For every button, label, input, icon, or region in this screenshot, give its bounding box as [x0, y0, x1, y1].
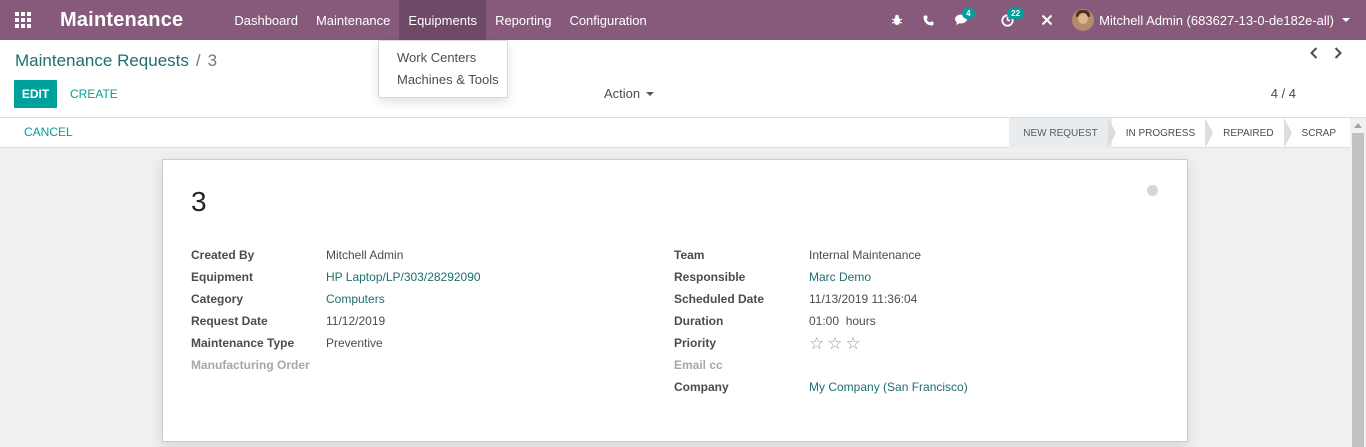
scroll-up-arrow-icon[interactable]: [1354, 123, 1362, 128]
pager-previous-button[interactable]: [1306, 44, 1322, 62]
chevron-left-icon: [1310, 47, 1318, 59]
equipments-dropdown-menu: Work Centers Machines & Tools: [378, 40, 508, 98]
field-row-team: Team Internal Maintenance: [674, 244, 968, 266]
edit-button[interactable]: EDIT: [14, 80, 57, 108]
breadcrumb-separator: /: [195, 51, 201, 70]
field-value-duration: 01:00 hours: [809, 314, 876, 328]
pager-value[interactable]: 4 / 4: [1271, 86, 1296, 101]
record-title: 3: [191, 186, 207, 217]
user-name: Mitchell Admin (683627-13-0-de182e-all): [1099, 12, 1334, 28]
user-menu[interactable]: Mitchell Admin (683627-13-0-de182e-all): [1062, 0, 1366, 40]
field-label: Priority: [674, 336, 717, 350]
chevron-right-icon: [1334, 47, 1342, 59]
phone-icon[interactable]: [914, 0, 942, 40]
action-label: Action: [604, 86, 641, 101]
field-value-maintenance-type: Preventive: [326, 336, 383, 350]
stage-new-request[interactable]: NEW REQUEST: [1009, 118, 1112, 148]
stage-pipeline: NEW REQUEST IN PROGRESS REPAIRED SCRAP: [1009, 118, 1350, 148]
avatar: [1072, 9, 1095, 31]
field-label: Team: [674, 248, 705, 262]
field-row-responsible: Responsible Marc Demo: [674, 266, 968, 288]
equipment-link[interactable]: HP Laptop/LP/303/28292090: [326, 270, 481, 284]
menu-maintenance[interactable]: Maintenance: [307, 0, 399, 40]
menu-dashboard[interactable]: Dashboard: [225, 0, 307, 40]
field-label: Company: [674, 380, 729, 394]
messages-icon[interactable]: 4: [942, 0, 982, 40]
messages-badge: 4: [962, 8, 975, 19]
field-label: Email cc: [674, 358, 723, 372]
star-icon[interactable]: ☆: [809, 335, 824, 352]
main-menu: Dashboard Maintenance Equipments Reporti…: [225, 0, 655, 40]
field-row-duration: Duration 01:00 hours: [674, 310, 968, 332]
field-label: Equipment: [191, 270, 253, 284]
star-icon[interactable]: ☆: [827, 335, 842, 352]
field-row-scheduled-date: Scheduled Date 11/13/2019 11:36:04: [674, 288, 968, 310]
form-sheet: 3 Created By Mitchell Admin Equipment HP…: [162, 159, 1188, 442]
field-value-scheduled-date: 11/13/2019 11:36:04: [809, 292, 918, 306]
field-value-team: Internal Maintenance: [809, 248, 922, 262]
action-dropdown-button[interactable]: Action: [604, 86, 655, 101]
field-label: Request Date: [191, 314, 268, 328]
field-row-priority: Priority ☆ ☆ ☆: [674, 332, 968, 354]
apps-menu-icon[interactable]: [0, 0, 46, 40]
bug-icon[interactable]: [880, 0, 914, 40]
pager-next-button[interactable]: [1330, 44, 1346, 62]
vertical-scrollbar[interactable]: [1350, 118, 1366, 447]
activities-badge: 22: [1007, 8, 1025, 19]
tools-icon[interactable]: [1032, 0, 1062, 40]
field-label: Scheduled Date: [674, 292, 765, 306]
chevron-down-icon: [1342, 18, 1350, 22]
field-label: Responsible: [674, 270, 746, 284]
field-row-maintenance-type: Maintenance Type Preventive: [191, 332, 481, 354]
stage-repaired[interactable]: REPAIRED: [1205, 118, 1287, 148]
breadcrumb-current: 3: [207, 51, 218, 70]
field-value-created-by: Mitchell Admin: [326, 248, 404, 262]
field-row-category: Category Computers: [191, 288, 481, 310]
company-link[interactable]: My Company (San Francisco): [809, 380, 968, 394]
control-panel: Maintenance Requests / 3 EDIT CREATE Act…: [0, 40, 1366, 118]
cancel-button[interactable]: CANCEL: [24, 125, 73, 139]
responsible-link[interactable]: Marc Demo: [809, 270, 871, 284]
app-brand: Maintenance: [60, 8, 184, 31]
scroll-thumb[interactable]: [1352, 133, 1364, 447]
field-label: Manufacturing Order: [191, 358, 310, 372]
menu-configuration[interactable]: Configuration: [560, 0, 655, 40]
dropdown-item-machines-tools[interactable]: Machines & Tools: [379, 69, 507, 91]
breadcrumb-parent-link[interactable]: Maintenance Requests: [15, 51, 189, 71]
field-row-created-by: Created By Mitchell Admin: [191, 244, 481, 266]
field-value-request-date: 11/12/2019: [326, 314, 386, 328]
dropdown-item-work-centers[interactable]: Work Centers: [379, 47, 507, 69]
top-navbar: Maintenance Dashboard Maintenance Equipm…: [0, 0, 1366, 40]
field-label: Duration: [674, 314, 724, 328]
field-label: Maintenance Type: [191, 336, 295, 350]
create-button[interactable]: CREATE: [62, 80, 126, 108]
stage-in-progress[interactable]: IN PROGRESS: [1107, 118, 1209, 148]
right-field-group: Team Internal Maintenance Responsible Ma…: [674, 244, 968, 398]
kanban-state-indicator[interactable]: [1147, 185, 1158, 196]
menu-reporting[interactable]: Reporting: [486, 0, 560, 40]
star-icon[interactable]: ☆: [846, 335, 861, 352]
field-row-email-cc: Email cc: [674, 354, 968, 376]
priority-stars: ☆ ☆ ☆: [809, 335, 861, 352]
left-field-group: Created By Mitchell Admin Equipment HP L…: [191, 244, 481, 376]
activities-icon[interactable]: 22: [982, 0, 1032, 40]
field-row-equipment: Equipment HP Laptop/LP/303/28292090: [191, 266, 481, 288]
form-statusbar: CANCEL NEW REQUEST IN PROGRESS REPAIRED …: [0, 118, 1350, 148]
field-row-request-date: Request Date 11/12/2019: [191, 310, 481, 332]
stage-scrap[interactable]: SCRAP: [1283, 118, 1350, 148]
caret-down-icon: [646, 91, 655, 96]
field-label: Created By: [191, 248, 255, 262]
field-label: Category: [191, 292, 244, 306]
category-link[interactable]: Computers: [326, 292, 385, 306]
menu-equipments[interactable]: Equipments: [399, 0, 487, 40]
field-row-company: Company My Company (San Francisco): [674, 376, 968, 398]
systray: 4 22 Mitchell Admin (683627-13-0-de182e-…: [880, 0, 1366, 40]
breadcrumb: Maintenance Requests / 3: [15, 51, 217, 71]
field-row-manufacturing-order: Manufacturing Order: [191, 354, 481, 376]
